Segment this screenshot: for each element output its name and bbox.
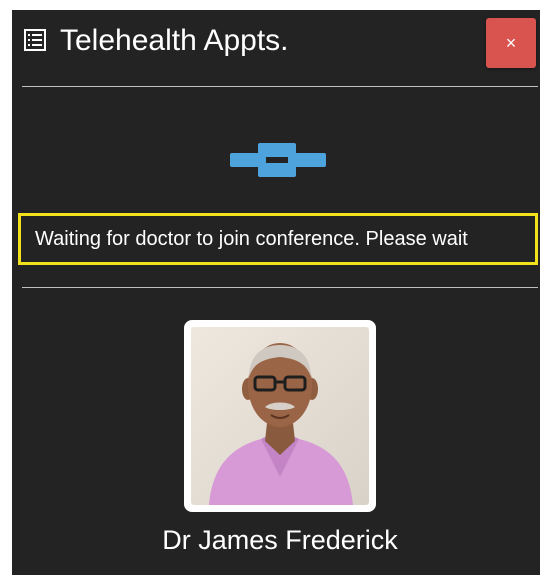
status-message: Waiting for doctor to join conference. P…: [35, 228, 468, 250]
section-divider: [22, 287, 538, 288]
app-title: Telehealth Appts.: [60, 24, 289, 57]
close-button[interactable]: ×: [486, 18, 536, 68]
header-divider: [22, 86, 538, 87]
header: Telehealth Appts. ×: [12, 10, 540, 86]
list-icon: [24, 29, 46, 51]
status-banner: Waiting for doctor to join conference. P…: [18, 213, 538, 265]
doctor-photo-frame: [184, 320, 376, 512]
doctor-photo: [191, 327, 369, 505]
connection-loader-icon: [230, 143, 326, 177]
close-icon: ×: [505, 33, 517, 53]
doctor-name: Dr James Frederick: [162, 525, 398, 555]
telehealth-window: Telehealth Appts. × Waiting for doctor t…: [12, 10, 540, 575]
